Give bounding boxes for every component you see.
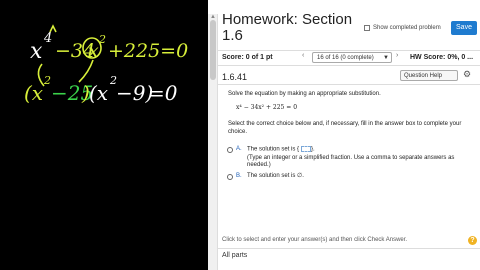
page-title: Homework: Section 1.6 xyxy=(222,11,353,44)
gear-icon[interactable]: ⚙ xyxy=(463,69,471,80)
footer-instruction: Click to select and enter your answer(s)… xyxy=(222,237,408,243)
chevron-down-icon: ▼ xyxy=(383,55,389,61)
instruction-text: Solve the equation by making an appropri… xyxy=(228,91,381,97)
chalkboard: x 4 −34 x 2 +225=0 (x 2 −25 ) (x 2 −9) =… xyxy=(0,0,208,270)
screen: x 4 −34 x 2 +225=0 (x 2 −25 ) (x 2 −9) =… xyxy=(0,0,480,270)
board-paren1: (x xyxy=(24,81,43,105)
board-exp4: 4 xyxy=(43,31,52,46)
board-p1-exp: 2 xyxy=(43,74,51,87)
option-a-text: The solution set is { xyxy=(247,146,300,153)
question-help-button[interactable]: Question Help xyxy=(400,70,458,81)
option-a-text-end: }. xyxy=(311,146,315,153)
show-completed-toggle[interactable]: Show completed problem xyxy=(364,25,441,31)
option-a-line1: The solution set is {}. xyxy=(247,146,315,154)
option-b-radio[interactable] xyxy=(227,174,233,180)
option-a-line2: (Type an integer or a simplified fractio… xyxy=(247,155,455,168)
score-label: Score: 0 of 1 pt xyxy=(222,54,273,61)
option-b-letter: B. xyxy=(236,173,242,179)
question-number: 1.6.41 xyxy=(222,72,248,82)
question-select-value: 16 of 16 (0 complete) xyxy=(317,55,374,61)
bottom-divider xyxy=(218,248,480,249)
board-x2: x xyxy=(88,40,99,62)
board-x1: x xyxy=(30,39,43,64)
equation-text: x⁴ − 34x² + 225 = 0 xyxy=(236,104,298,111)
board-caret-mark xyxy=(49,24,57,33)
hw-score-label: HW Score: 0%, 0 ... xyxy=(410,54,474,61)
board-exp2: 2 xyxy=(98,33,106,46)
next-question-icon[interactable]: › xyxy=(396,52,398,59)
board-arrow-right xyxy=(78,59,94,83)
divider xyxy=(218,84,480,85)
help-icon[interactable]: ? xyxy=(468,236,477,245)
save-button[interactable]: Save xyxy=(451,21,477,35)
vertical-scrollbar[interactable]: ▲ xyxy=(208,14,218,270)
option-b-text: The solution set is ∅. xyxy=(247,173,304,179)
question-select[interactable]: 16 of 16 (0 complete) ▼ xyxy=(312,52,392,63)
all-parts-label: All parts xyxy=(222,252,248,259)
show-completed-checkbox[interactable] xyxy=(364,25,370,31)
choice-instruction: Select the correct choice below and, if … xyxy=(228,121,462,135)
board-paren2: (x xyxy=(89,81,108,105)
show-completed-label: Show completed problem xyxy=(373,25,441,31)
question-help-label: Question Help xyxy=(404,73,443,79)
answer-box[interactable] xyxy=(301,146,312,152)
option-a-letter: A. xyxy=(236,146,242,152)
option-a-radio[interactable] xyxy=(227,147,233,153)
board-plus225: +225=0 xyxy=(108,40,188,62)
board-equals0: =0 xyxy=(148,81,178,105)
prev-question-icon[interactable]: ‹ xyxy=(302,52,304,59)
scroll-thumb[interactable] xyxy=(210,20,216,80)
handwriting-canvas: x 4 −34 x 2 +225=0 (x 2 −25 ) (x 2 −9) =… xyxy=(24,24,188,105)
